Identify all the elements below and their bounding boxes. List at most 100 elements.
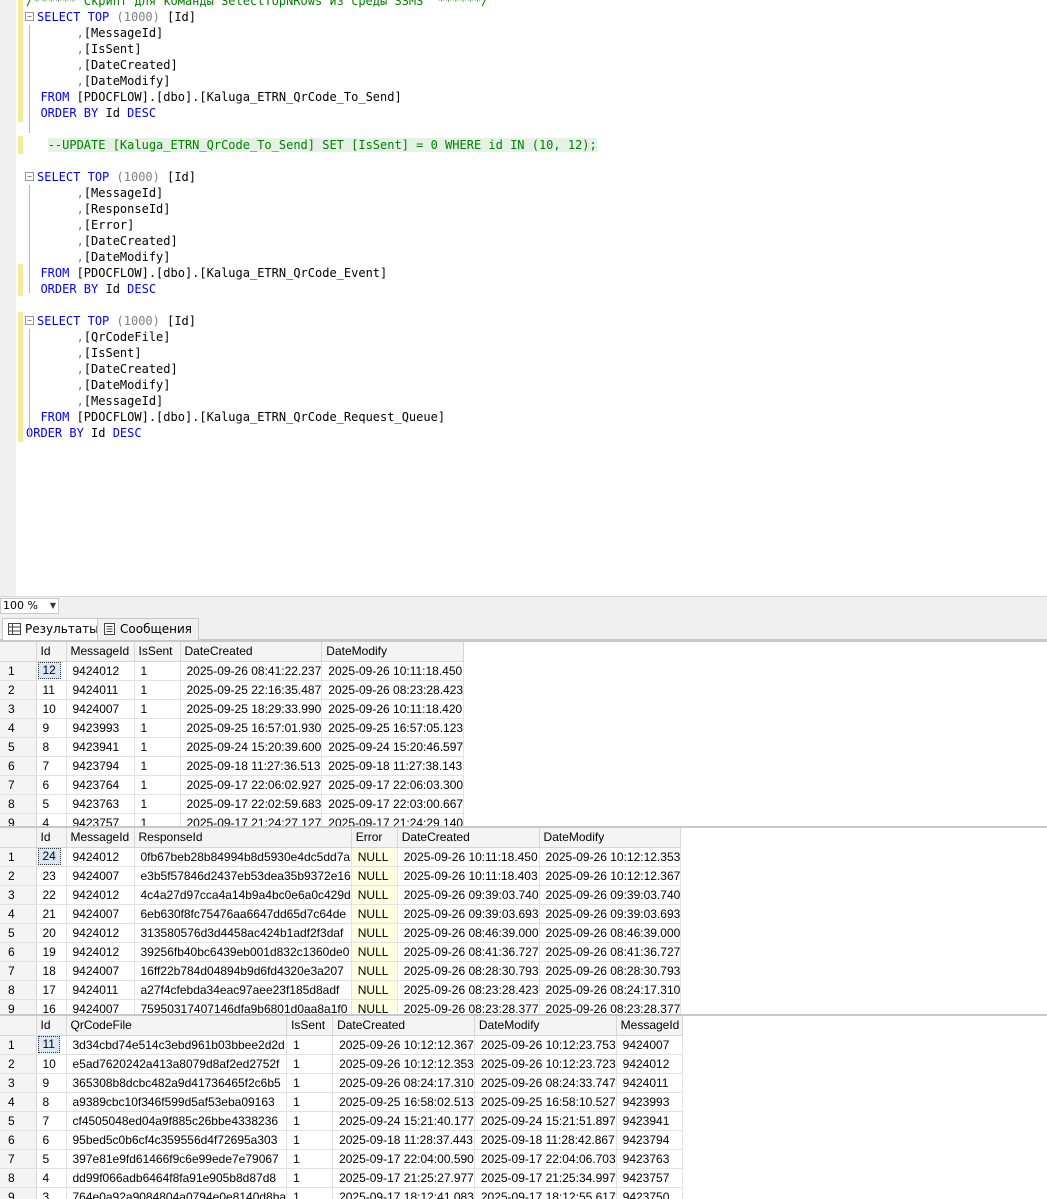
- grid-cell[interactable]: 2025-09-18 11:27:36.513: [180, 756, 323, 776]
- column-header[interactable]: ResponseId: [134, 828, 352, 848]
- grid-cell[interactable]: 2025-09-17 18:12:41.083: [332, 1187, 475, 1199]
- grid-cell[interactable]: 2025-09-24 15:20:39.600: [180, 737, 323, 757]
- grid-cell[interactable]: 9423993: [66, 718, 135, 738]
- row-number[interactable]: 6: [0, 942, 37, 962]
- grid-cell[interactable]: 1: [134, 737, 181, 757]
- table-row[interactable]: 2 11 9424011 1 2025-09-25 22:16:35.487 2025-0…: [0, 680, 465, 700]
- grid-cell[interactable]: 1: [286, 1130, 334, 1150]
- grid-cell[interactable]: a9389cbc10f346f599d5af53eba09163: [66, 1092, 288, 1112]
- grid-cell[interactable]: 2025-09-26 10:11:18.403: [397, 866, 540, 886]
- grid-cell[interactable]: 9424012: [66, 661, 135, 681]
- grid-cell[interactable]: 17: [36, 980, 67, 1000]
- grid-cell[interactable]: NULL: [351, 999, 398, 1014]
- grid-cell[interactable]: 7: [36, 1111, 67, 1131]
- row-number[interactable]: 7: [0, 961, 37, 981]
- grid-cell[interactable]: 21: [36, 904, 67, 924]
- grid-cell[interactable]: 2025-09-17 22:04:06.703: [474, 1149, 617, 1169]
- grid-cell[interactable]: 2025-09-26 08:23:28.377: [539, 999, 682, 1014]
- grid-cell[interactable]: 95bed5c0b6cf4c359556d4f72695a303: [66, 1130, 288, 1150]
- grid-cell[interactable]: 1: [286, 1092, 334, 1112]
- grid-cell[interactable]: 2025-09-26 08:24:17.310: [332, 1073, 475, 1093]
- grid-cell[interactable]: 2025-09-17 22:06:02.927: [180, 775, 323, 795]
- grid-cell[interactable]: 8: [36, 737, 67, 757]
- table-row[interactable]: 9 3 764e0a92a9084804a0794e0e8140d8ba 1 2025-…: [0, 1187, 683, 1199]
- grid-cell[interactable]: 2025-09-26 09:39:03.740: [539, 885, 682, 905]
- row-number[interactable]: 1: [0, 847, 37, 867]
- row-number[interactable]: 8: [0, 794, 37, 814]
- grid-cell[interactable]: 9423993: [616, 1092, 683, 1112]
- column-header[interactable]: IsSent: [134, 642, 181, 662]
- grid-cell[interactable]: 9423941: [66, 737, 135, 757]
- table-row[interactable]: 5 8 9423941 1 2025-09-24 15:20:39.600 2025-09…: [0, 737, 465, 757]
- grid-cell[interactable]: 0fb67beb28b84994b8d5930e4dc5dd7a: [134, 847, 352, 867]
- column-header[interactable]: QrCodeFile: [66, 1016, 288, 1036]
- grid-cell[interactable]: NULL: [351, 904, 398, 924]
- grid-cell[interactable]: 20: [36, 923, 67, 943]
- grid-cell[interactable]: 2025-09-25 16:57:05.123: [321, 718, 465, 738]
- sql-editor[interactable]: /****** Скрипт для команды SelectTopNRow…: [0, 0, 1047, 596]
- grid-cell[interactable]: 2025-09-26 10:12:12.367: [539, 866, 682, 886]
- row-number[interactable]: 2: [0, 1054, 37, 1074]
- grid-cell[interactable]: 2025-09-18 11:28:42.867: [474, 1130, 617, 1150]
- grid-cell[interactable]: 18: [36, 961, 67, 981]
- grid-cell[interactable]: 2025-09-17 21:25:34.997: [474, 1168, 617, 1188]
- row-number[interactable]: 2: [0, 680, 37, 700]
- tab-messages[interactable]: Сообщения: [97, 618, 200, 640]
- grid-cell[interactable]: 2025-09-26 08:41:36.727: [397, 942, 540, 962]
- grid-cell[interactable]: 2025-09-24 15:21:40.177: [332, 1111, 475, 1131]
- grid-cell[interactable]: 9424007: [66, 999, 135, 1014]
- grid-cell[interactable]: 1: [134, 699, 181, 719]
- grid-cell[interactable]: 9423764: [66, 775, 135, 795]
- grid-cell[interactable]: 1: [134, 813, 181, 826]
- grid-cell[interactable]: 5: [36, 1149, 67, 1169]
- grid-cell[interactable]: NULL: [351, 942, 398, 962]
- table-row[interactable]: 4 8 a9389cbc10f346f599d5af53eba09163 1 2025-…: [0, 1092, 683, 1112]
- table-row[interactable]: 3 22 9424012 4c4a27d97cca4a14b9a4bc0e6a0c42…: [0, 885, 682, 905]
- grid-cell[interactable]: 7: [36, 756, 67, 776]
- grid-cell[interactable]: 3d34cbd74e514c3ebd961b03bbee2d2d: [66, 1035, 288, 1055]
- row-number[interactable]: 6: [0, 756, 37, 776]
- grid-cell[interactable]: 1: [286, 1111, 334, 1131]
- grid-cell[interactable]: 2025-09-25 16:58:02.513: [332, 1092, 475, 1112]
- collapse-icon[interactable]: −: [25, 316, 34, 325]
- grid-cell[interactable]: 2025-09-26 10:11:18.420: [321, 699, 465, 719]
- grid-cell[interactable]: NULL: [351, 885, 398, 905]
- table-row[interactable]: 6 7 9423794 1 2025-09-18 11:27:36.513 2025-09…: [0, 756, 465, 776]
- table-row[interactable]: 1 11 3d34cbd74e514c3ebd961b03bbee2d2d 1 2025…: [0, 1035, 683, 1055]
- table-row[interactable]: 8 17 9424011 a27f4cfebda34eac97aee23f185d8a…: [0, 980, 682, 1000]
- grid-cell[interactable]: 9424011: [616, 1073, 683, 1093]
- grid-cell[interactable]: 9424007: [66, 904, 135, 924]
- grid-cell[interactable]: 2025-09-18 11:28:37.443: [332, 1130, 475, 1150]
- grid-cell[interactable]: 2025-09-26 10:11:18.450: [321, 661, 465, 681]
- grid-cell[interactable]: 2025-09-26 09:39:03.693: [397, 904, 540, 924]
- grid-cell[interactable]: 9424012: [66, 942, 135, 962]
- grid-cell[interactable]: 2025-09-26 10:11:18.450: [397, 847, 540, 867]
- grid-cell[interactable]: 2025-09-26 09:39:03.740: [397, 885, 540, 905]
- grid-cell[interactable]: 10: [36, 699, 67, 719]
- column-header[interactable]: DateCreated: [397, 828, 540, 848]
- table-row[interactable]: 2 10 e5ad7620242a413a8079d8af2ed2752f 1 2025…: [0, 1054, 683, 1074]
- grid-cell[interactable]: 2025-09-17 22:03:00.667: [321, 794, 465, 814]
- grid-cell[interactable]: NULL: [351, 866, 398, 886]
- grid-cell[interactable]: 23: [36, 866, 67, 886]
- table-row[interactable]: 5 7 cf4505048ed04a9f885c26bbe4338236 1 2025-…: [0, 1111, 683, 1131]
- grid-cell[interactable]: 6eb630f8fc75476aa6647dd65d7c64de: [134, 904, 352, 924]
- grid-cell[interactable]: 2025-09-26 10:12:23.723: [474, 1054, 617, 1074]
- grid-cell[interactable]: 9423750: [616, 1187, 683, 1199]
- grid-cell[interactable]: 1: [286, 1187, 334, 1199]
- grid-cell[interactable]: 9424012: [66, 847, 135, 867]
- grid-cell[interactable]: 2025-09-26 10:12:12.353: [332, 1054, 475, 1074]
- grid-cell[interactable]: 2025-09-26 08:46:39.000: [397, 923, 540, 943]
- grid-cell[interactable]: 2025-09-25 22:16:35.487: [180, 680, 323, 700]
- grid-cell[interactable]: 2025-09-26 10:12:23.753: [474, 1035, 617, 1055]
- column-header[interactable]: Id: [36, 1016, 67, 1036]
- grid-cell[interactable]: 2025-09-26 10:12:12.367: [332, 1035, 475, 1055]
- grid-cell[interactable]: 4c4a27d97cca4a14b9a4bc0e6a0c429d: [134, 885, 352, 905]
- row-number[interactable]: 9: [0, 999, 37, 1014]
- row-number[interactable]: 3: [0, 1073, 37, 1093]
- zoom-dropdown[interactable]: 100 % ▼: [0, 598, 59, 614]
- grid-cell[interactable]: 2025-09-26 08:41:22.237: [180, 661, 323, 681]
- grid-cell[interactable]: 2025-09-26 08:24:33.747: [474, 1073, 617, 1093]
- grid-cell[interactable]: 2025-09-26 08:28:30.793: [397, 961, 540, 981]
- grid-cell[interactable]: 2025-09-26 10:12:12.353: [539, 847, 682, 867]
